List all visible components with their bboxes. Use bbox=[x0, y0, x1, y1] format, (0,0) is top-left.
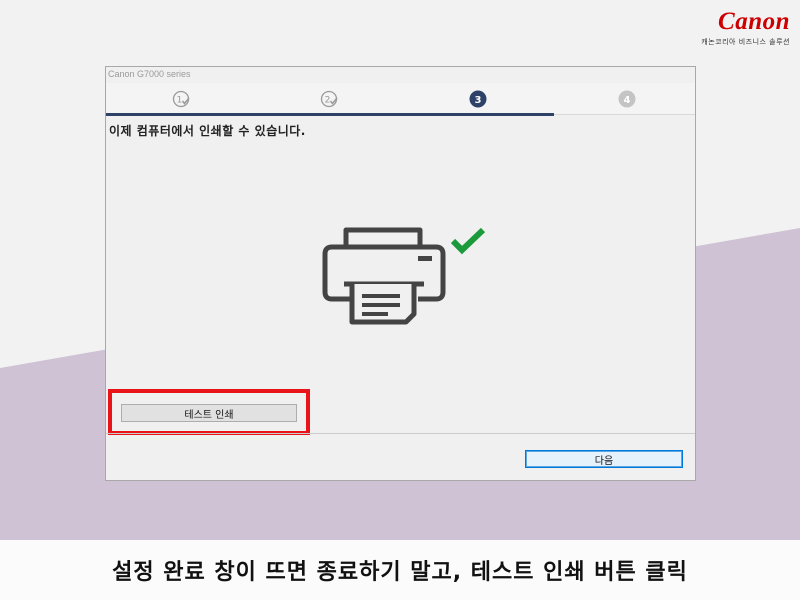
canon-logo: Canon bbox=[718, 8, 790, 35]
step-3-label: 3 bbox=[475, 95, 482, 106]
step-4-pending-icon: 4 bbox=[618, 90, 636, 108]
brand-tagline: 캐논코리아 비즈니스 솔루션 bbox=[701, 38, 790, 46]
completion-message: 이제 컴퓨터에서 인쇄할 수 있습니다. bbox=[109, 124, 306, 138]
caption-bar: 설정 완료 창이 뜨면 종료하기 말고, 테스트 인쇄 버튼 클릭 bbox=[0, 540, 800, 600]
step-2-label: 2 bbox=[325, 96, 331, 106]
step-progress-bar bbox=[106, 113, 554, 116]
instruction-caption: 설정 완료 창이 뜨면 종료하기 말고, 테스트 인쇄 버튼 클릭 bbox=[112, 560, 688, 585]
printer-icon bbox=[322, 227, 446, 325]
step-indicator: 1 2 3 4 bbox=[106, 83, 695, 115]
footer-divider bbox=[106, 433, 695, 434]
setup-window: Canon G7000 series 1 2 3 4 이제 컴퓨터에서 인쇄할 … bbox=[105, 66, 696, 481]
step-1-done-icon: 1 bbox=[172, 90, 190, 108]
step-4-label: 4 bbox=[624, 95, 631, 106]
step-1-label: 1 bbox=[177, 96, 183, 106]
next-button[interactable]: 다음 bbox=[525, 450, 683, 468]
step-3-current-icon: 3 bbox=[469, 90, 487, 108]
check-icon bbox=[450, 227, 486, 255]
brand-header: Canon 캐논코리아 비즈니스 솔루션 bbox=[701, 8, 790, 47]
window-title: Canon G7000 series bbox=[108, 69, 191, 79]
test-print-button[interactable]: 테스트 인쇄 bbox=[121, 404, 297, 422]
step-2-done-icon: 2 bbox=[320, 90, 338, 108]
